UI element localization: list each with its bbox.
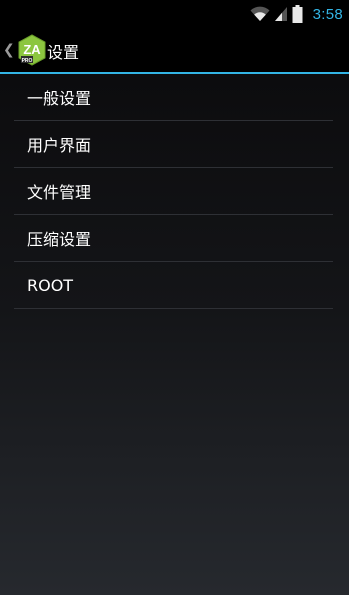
settings-item-label: 用户界面 <box>27 136 92 155</box>
page-title: 设置 <box>47 43 80 62</box>
status-icons: 3:58 <box>250 3 343 25</box>
zarchiver-pro-icon: ZA PRO <box>18 34 46 66</box>
logo-pro-text: PRO <box>21 58 32 64</box>
settings-list: 一般设置 用户界面 文件管理 压缩设置 ROOT <box>0 74 349 309</box>
settings-item-general[interactable]: 一般设置 <box>14 74 333 121</box>
settings-item-label: 文件管理 <box>27 183 92 202</box>
back-caret-icon: ❮ <box>3 42 15 58</box>
settings-content: 一般设置 用户界面 文件管理 压缩设置 ROOT <box>0 74 349 595</box>
settings-item-user-interface[interactable]: 用户界面 <box>14 121 333 168</box>
status-bar: 3:58 <box>0 0 349 28</box>
settings-item-label: 压缩设置 <box>27 230 92 249</box>
settings-item-file-management[interactable]: 文件管理 <box>14 168 333 215</box>
settings-item-compression[interactable]: 压缩设置 <box>14 215 333 262</box>
up-navigation-button[interactable]: ❮ ZA PRO <box>0 28 47 72</box>
battery-icon <box>292 5 303 23</box>
settings-item-label: 一般设置 <box>27 89 92 108</box>
status-time: 3:58 <box>312 5 343 23</box>
signal-icon <box>274 7 287 21</box>
action-bar: ❮ ZA PRO 设置 <box>0 28 349 72</box>
settings-item-label: ROOT <box>27 275 74 295</box>
logo-text: ZA <box>23 42 41 57</box>
wifi-icon <box>250 6 270 21</box>
settings-item-root[interactable]: ROOT <box>14 262 333 309</box>
